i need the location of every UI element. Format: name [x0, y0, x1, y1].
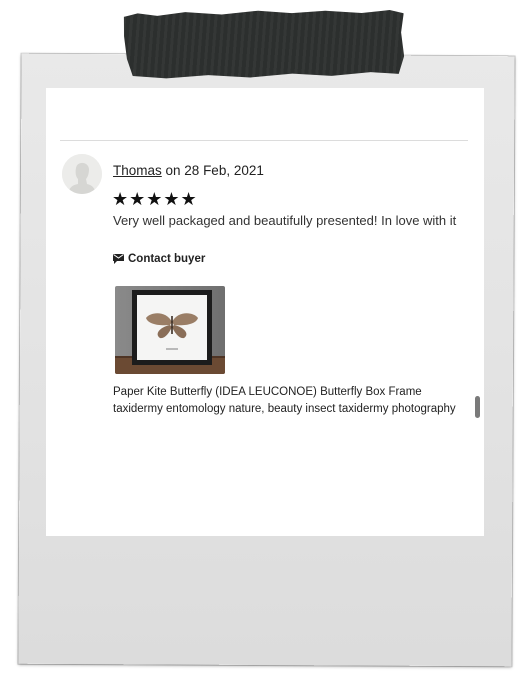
user-avatar-icon — [62, 154, 102, 194]
contact-buyer-button[interactable]: Contact buyer — [113, 253, 205, 265]
tape-strip — [124, 9, 405, 80]
product-title-link[interactable]: Paper Kite Butterfly (IDEA LEUCONOE) But… — [113, 384, 473, 418]
review-text: Very well packaged and beautifully prese… — [113, 213, 457, 228]
review-screen: Thomas on 28 Feb, 2021 ★★★★★ Very well p… — [46, 88, 484, 536]
review-date: on 28 Feb, 2021 — [161, 163, 264, 178]
reviewer-name-link[interactable]: Thomas — [113, 163, 162, 178]
scrollbar-thumb[interactable] — [475, 396, 480, 418]
avatar[interactable] — [62, 154, 102, 194]
product-image[interactable] — [115, 286, 225, 374]
divider — [60, 140, 468, 141]
message-icon — [113, 254, 124, 264]
contact-buyer-label: Contact buyer — [128, 253, 206, 265]
star-rating: ★★★★★ — [112, 189, 198, 210]
reviewer-line: Thomas on 28 Feb, 2021 — [113, 163, 264, 178]
butterfly-frame-photo — [115, 286, 225, 374]
